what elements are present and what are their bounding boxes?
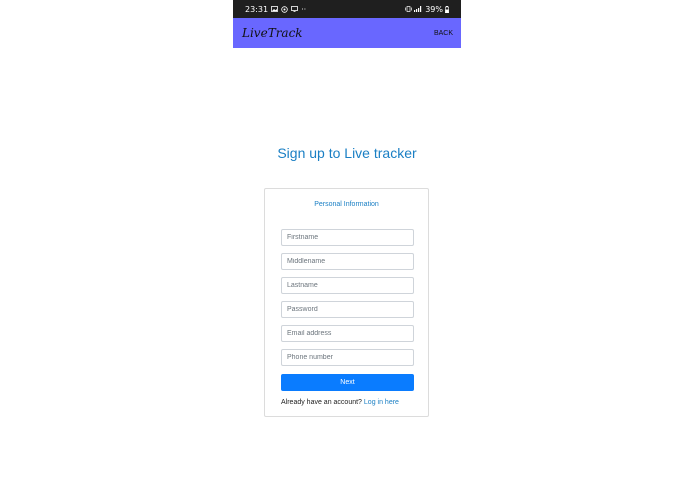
next-button[interactable]: Next: [281, 374, 414, 391]
email-field[interactable]: [281, 325, 414, 342]
more-dots-icon: ··: [301, 4, 307, 14]
status-left: 23:31 ··: [245, 5, 306, 14]
phone-field[interactable]: [281, 349, 414, 366]
middlename-field[interactable]: [281, 253, 414, 270]
app-bar: LiveTrack Back: [233, 18, 461, 48]
card-title: Personal Information: [314, 201, 379, 208]
signal-icon: [414, 6, 423, 12]
image-icon: [271, 6, 278, 12]
account-prompt-text: Already have an account?: [281, 399, 362, 406]
battery-icon: [445, 5, 449, 13]
password-field[interactable]: [281, 301, 414, 318]
login-link[interactable]: Log in here: [364, 399, 399, 406]
phone-screen: 23:31 ·· 39% LiveTrack BACK Sign up to L…: [233, 0, 461, 494]
page-title: Sign up to Live tracker: [277, 145, 417, 161]
app-title: LiveTrack: [242, 26, 303, 40]
login-prompt: Already have an account? Log in here: [281, 399, 399, 406]
status-time: 23:31: [245, 4, 269, 14]
back-button[interactable]: Back: [434, 30, 453, 37]
firstname-field[interactable]: [281, 229, 414, 246]
whatsapp-icon: [281, 5, 288, 13]
status-right: 39%: [405, 5, 449, 14]
battery-percent: 39%: [425, 4, 443, 14]
signup-card: Personal Information Next Already have a…: [264, 188, 429, 417]
lastname-field[interactable]: [281, 277, 414, 294]
status-bar: 23:31 ·· 39%: [233, 0, 461, 18]
vibrate-icon: [405, 6, 413, 12]
screen-icon: [291, 6, 298, 12]
